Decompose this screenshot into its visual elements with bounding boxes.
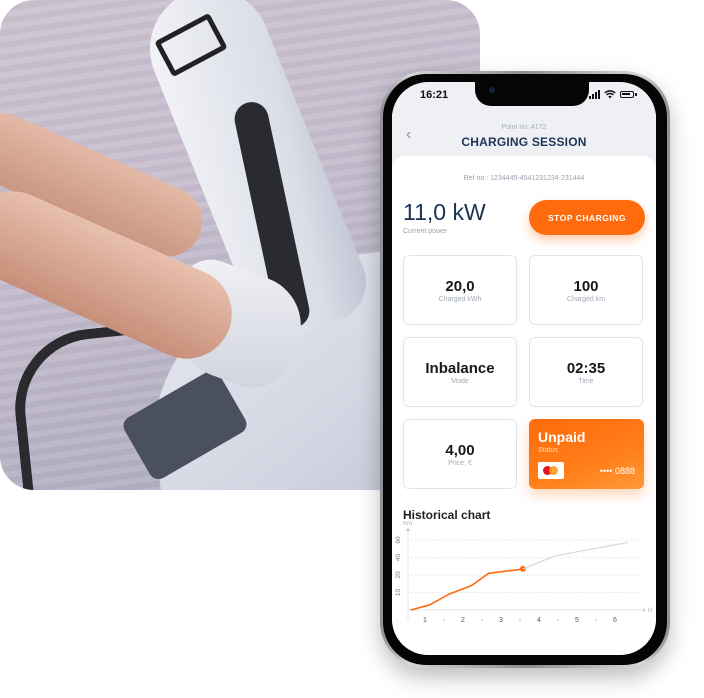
tile-charged-kwh: 20,0 Charged kWh — [403, 255, 517, 325]
historical-chart: Km H 10 20 40 60 1 2 3 4 5 6 — [395, 521, 652, 624]
current-power-label: Current power — [403, 228, 448, 235]
x-tick-separator-dot — [442, 618, 446, 622]
x-tick-separator-dot — [480, 618, 484, 622]
tile-value: 100 — [573, 278, 599, 295]
chart-title: Historical chart — [403, 508, 491, 522]
x-tick-separator-dot — [556, 618, 560, 622]
reference-number: Ref no.: 1234445-4541231234-231444 — [463, 175, 585, 182]
tile-value: Inbalance — [425, 360, 495, 377]
stop-charging-button[interactable]: STOP CHARGING — [529, 200, 645, 235]
y-tick-label: 40 — [395, 554, 402, 562]
x-tick-label: 2 — [461, 617, 465, 624]
status-icons — [589, 90, 637, 99]
y-tick-label: 60 — [395, 536, 402, 544]
session-card: Ref no.: 1234445-4541231234-231444 11,0 … — [392, 156, 656, 655]
y-axis-label: Km — [403, 521, 412, 527]
x-tick-label: 1 — [423, 617, 427, 624]
series-line-projection — [522, 542, 628, 570]
tile-label: Price, € — [448, 460, 472, 467]
notch — [475, 82, 589, 106]
tile-value: 4,00 — [445, 442, 475, 459]
x-tick-label: 5 — [575, 617, 579, 624]
x-axis-arrow — [643, 608, 646, 612]
card-number: •••• 0888 — [599, 466, 635, 476]
tile-value: 02:35 — [566, 360, 606, 377]
x-tick-label: 4 — [537, 617, 541, 624]
point-number: Point no: 4172 — [501, 124, 547, 131]
session-header: ‹ Point no: 4172 CHARGING SESSION — [392, 112, 656, 157]
signal-icon — [589, 90, 600, 99]
battery-icon — [620, 91, 637, 98]
x-tick-label: 3 — [499, 617, 503, 624]
wifi-icon — [604, 90, 616, 99]
tile-label: Charged kWh — [438, 296, 482, 303]
payment-status-tile[interactable]: Unpaid Status •••• 0888 — [529, 419, 644, 489]
y-tick-label: 10 — [395, 589, 402, 597]
phone-screen: 16:21 ‹ Point no: 4172 CHARGING SESSION … — [392, 82, 656, 655]
x-axis-label: H — [648, 608, 652, 614]
tile-label: Mode — [451, 378, 469, 385]
tile-label: Charged km — [566, 296, 606, 303]
tile-charged-km: 100 Charged km — [529, 255, 643, 325]
y-axis-arrow — [406, 527, 410, 531]
current-power-value: 11,0 kW — [403, 199, 486, 225]
page-title: CHARGING SESSION — [461, 135, 587, 149]
tile-price: 4,00 Price, € — [403, 419, 517, 489]
tile-mode: Inbalance Mode — [403, 337, 517, 407]
tile-time: 02:35 Time — [529, 337, 643, 407]
x-tick-label: 6 — [613, 617, 617, 624]
payment-status-value: Unpaid — [538, 429, 586, 445]
x-tick-separator-dot — [518, 618, 522, 622]
tile-value: 20,0 — [445, 278, 475, 295]
payment-status-label: Status — [538, 447, 558, 454]
tile-label: Time — [578, 378, 594, 385]
camera-icon — [489, 87, 495, 93]
mastercard-icon — [538, 462, 564, 479]
y-tick-label: 20 — [395, 571, 402, 579]
x-tick-separator-dot — [594, 618, 598, 622]
phone-mockup: 16:21 ‹ Point no: 4172 CHARGING SESSION … — [380, 71, 670, 668]
status-time: 16:21 — [420, 89, 449, 101]
